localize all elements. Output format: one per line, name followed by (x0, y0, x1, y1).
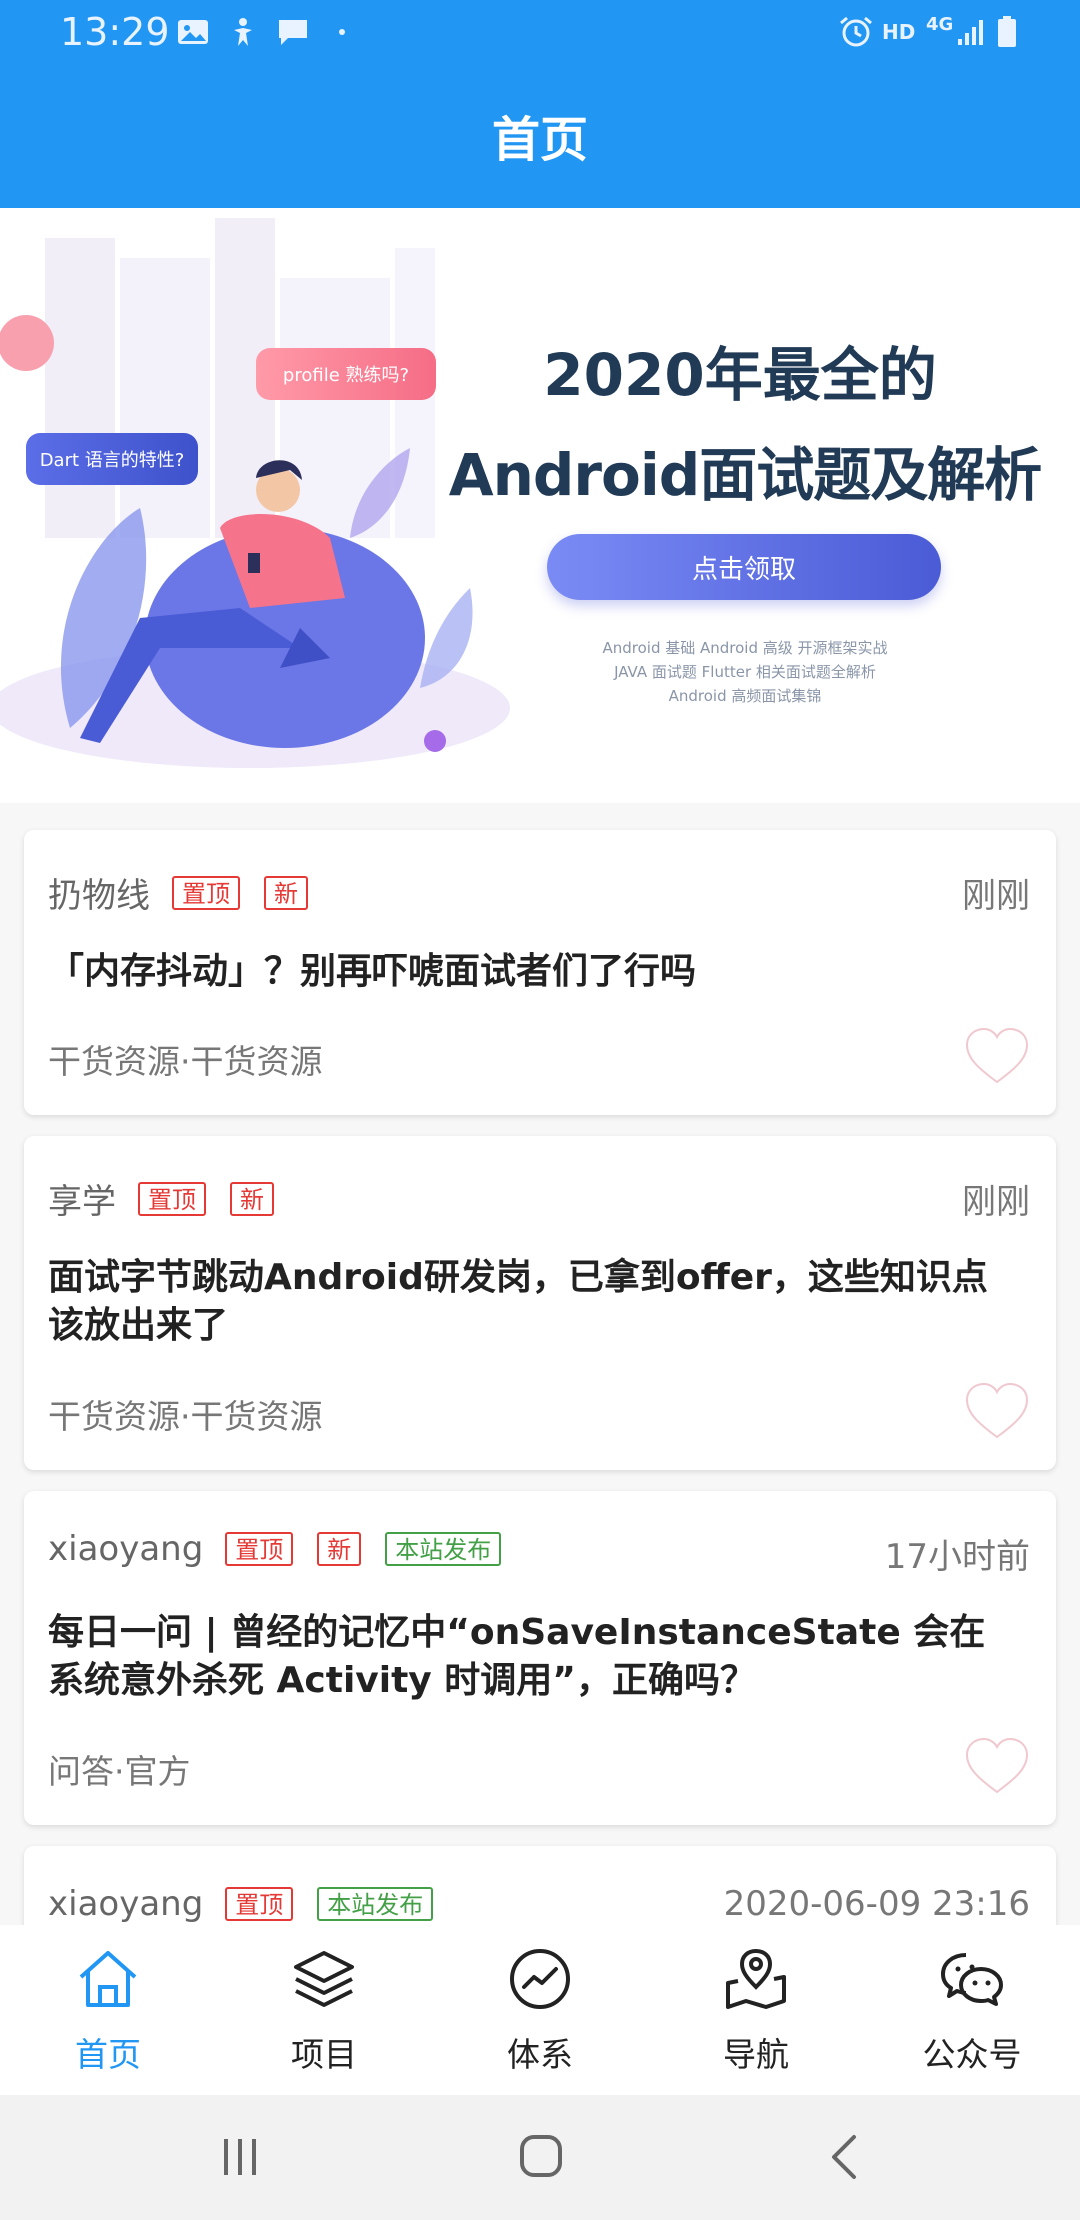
recents-icon[interactable] (218, 2135, 262, 2179)
tag-new: 新 (317, 1532, 362, 1566)
heart-icon[interactable] (964, 1736, 1030, 1796)
nav-label: 体系 (507, 2035, 573, 2074)
app-bar: 13:29 HD 4G 首页 (0, 0, 1080, 208)
article-meta: 扔物线 置顶 新 (48, 868, 332, 917)
tag-top: 置顶 (138, 1181, 206, 1216)
article-time: 17小时前 (884, 1537, 1030, 1577)
article-time: 刚刚 (962, 876, 1030, 916)
home-button-icon[interactable] (518, 2133, 564, 2179)
nav-label: 首页 (75, 2035, 141, 2074)
banner-topics-line: Android 基础 Android 高级 开源框架实战 (602, 639, 888, 657)
tag-site-publish: 本站发布 (385, 1532, 502, 1566)
battery-icon (996, 16, 1018, 48)
article-card[interactable]: 享学 置顶 新 刚刚 面试字节跳动Android研发岗，已拿到offer，这些知… (24, 1136, 1056, 1470)
tag-new: 新 (264, 875, 308, 910)
back-icon[interactable] (826, 2133, 862, 2181)
network-indicator: 4G (926, 14, 954, 35)
profile-bubble: profile 熟练吗? (256, 348, 436, 400)
article-meta: 享学 置顶 新 (48, 1174, 298, 1223)
banner-topics: Android 基础 Android 高级 开源框架实战 JAVA 面试题 Fl… (560, 636, 930, 708)
nav-navigation[interactable]: 导航 (648, 1925, 864, 2095)
banner-topics-line: JAVA 面试题 Flutter 相关面试题全解析 (614, 663, 876, 681)
article-author: 扔物线 (48, 876, 150, 916)
article-time: 刚刚 (962, 1182, 1030, 1222)
article-chapter: 干货资源·干货资源 (48, 1397, 323, 1436)
banner-headline-2: Android面试题及解析 (448, 441, 1043, 509)
tag-top: 置顶 (225, 1532, 294, 1566)
tag-top: 置顶 (172, 875, 240, 910)
message-icon (276, 16, 310, 48)
tag-new: 新 (230, 1181, 274, 1216)
article-card[interactable]: xiaoyang 置顶 新 本站发布 17小时前 每日一问 | 曾经的记忆中“o… (24, 1491, 1056, 1825)
article-chapter: 干货资源·干货资源 (48, 1042, 323, 1081)
article-author: xiaoyang (48, 1884, 204, 1924)
signal-icon (956, 16, 988, 48)
tag-top: 置顶 (225, 1887, 294, 1921)
heart-icon[interactable] (964, 1026, 1030, 1086)
system-nav-bar (0, 2095, 1080, 2220)
article-title[interactable]: 面试字节跳动Android研发岗，已拿到offer，这些知识点该放出来了 (48, 1254, 1016, 1350)
trend-circle-icon (510, 1949, 570, 2009)
banner[interactable]: profile 熟练吗? Dart 语言的特性? 2020年最全的 Androi… (0, 208, 1080, 803)
banner-claim-button[interactable]: 点击领取 (547, 534, 941, 600)
banner-topics-line: Android 高频面试集锦 (668, 687, 822, 705)
page-title: 首页 (491, 112, 588, 168)
nav-official-accounts[interactable]: 公众号 (864, 1925, 1080, 2095)
article-title[interactable]: 「内存抖动」？别再吓唬面试者们了行吗 (48, 948, 1016, 996)
gallery-icon (176, 16, 210, 48)
heart-icon[interactable] (964, 1381, 1030, 1441)
article-meta: xiaoyang 置顶 新 本站发布 (48, 1529, 525, 1569)
status-bar: 13:29 HD 4G (0, 0, 1080, 64)
article-title[interactable]: 每日一问 | 曾经的记忆中“onSaveInstanceState 会在系统意外… (48, 1609, 1016, 1705)
home-icon (79, 1951, 137, 2007)
map-pin-icon (726, 1948, 786, 2009)
article-time: 2020-06-09 23:16 (723, 1884, 1030, 1924)
article-author: 享学 (48, 1182, 116, 1222)
nav-projects[interactable]: 项目 (216, 1925, 432, 2095)
alarm-icon (838, 16, 874, 48)
tag-site-publish: 本站发布 (317, 1887, 434, 1921)
nav-system[interactable]: 体系 (432, 1925, 648, 2095)
layers-icon (294, 1951, 354, 2007)
wechat-icon (941, 1953, 1003, 2006)
screen: 13:29 HD 4G 首页 profile 熟练吗? Dart 语言的特性? … (0, 0, 1080, 2220)
dart-bubble: Dart 语言的特性? (26, 433, 198, 485)
nav-label: 导航 (723, 2035, 789, 2074)
article-meta: xiaoyang 置顶 本站发布 (48, 1884, 457, 1924)
bottom-navigation: 首页 项目 体系 导航 公众号 (0, 1925, 1080, 2095)
accessibility-icon (228, 16, 258, 48)
dot-icon (338, 16, 346, 48)
nav-label: 公众号 (922, 2035, 1022, 2074)
nav-label: 项目 (291, 2035, 357, 2074)
status-time: 13:29 (60, 10, 170, 54)
article-card[interactable]: 扔物线 置顶 新 刚刚 「内存抖动」？别再吓唬面试者们了行吗 干货资源·干货资源 (24, 830, 1056, 1115)
hd-indicator: HD (882, 20, 916, 44)
banner-headline-1: 2020年最全的 (543, 341, 937, 409)
nav-home[interactable]: 首页 (0, 1925, 216, 2095)
article-chapter: 问答·官方 (48, 1752, 191, 1791)
article-author: xiaoyang (48, 1529, 204, 1569)
